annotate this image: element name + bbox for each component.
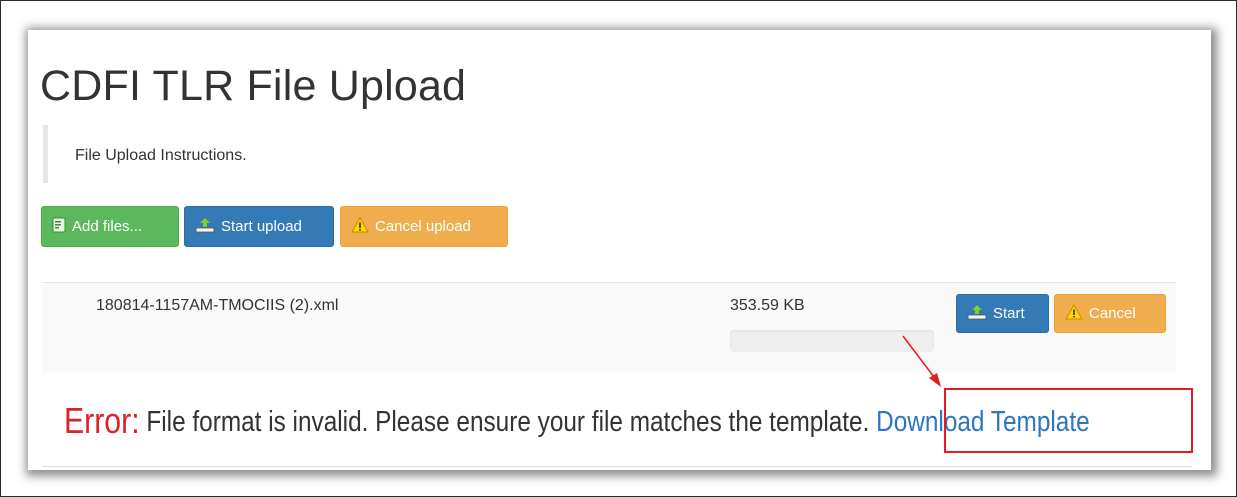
error-message: Error: File format is invalid. Please en… (64, 400, 1090, 442)
divider (42, 466, 1192, 467)
error-text: File format is invalid. Please ensure yo… (139, 406, 877, 438)
annotation-highlight-box (944, 388, 1193, 453)
error-label: Error: (64, 400, 140, 441)
